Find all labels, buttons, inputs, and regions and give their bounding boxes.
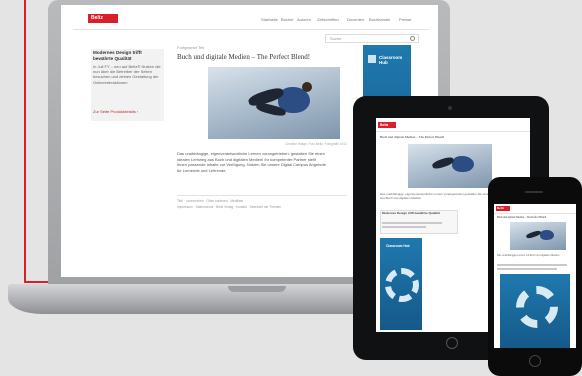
tablet-hero-image: [408, 144, 492, 188]
red-accent-line: [24, 0, 26, 282]
phone-header-divider: [494, 213, 576, 214]
search-placeholder: Suche: [330, 36, 342, 41]
phone-promo-ring-graphic: [516, 286, 558, 328]
phone-person-legs: [525, 229, 542, 240]
tablet-box-line: [382, 226, 426, 228]
phone-logo[interactable]: Beltz: [496, 206, 510, 211]
header-divider: [73, 29, 429, 30]
article-kicker: Fortgesetzt Teil: [177, 45, 205, 50]
laptop-notch: [228, 286, 286, 292]
person-head: [302, 82, 312, 92]
phone-hero-image: [510, 222, 566, 250]
article-divider: [177, 195, 347, 196]
footer-links[interactable]: Impressum · Datenschutz · Beltz Verlag ·…: [177, 204, 347, 210]
nav-link-zeitschriften[interactable]: Zeitschriften: [317, 17, 339, 22]
promo-logo-mark: [368, 55, 376, 63]
sidebar-body: In Juli FY – neu auf Beltz® Nutzen die n…: [93, 64, 161, 85]
phone-person-figure: [540, 230, 554, 240]
phone-home-button[interactable]: [529, 355, 541, 367]
nav-link-buecher[interactable]: Bücher: [281, 17, 294, 22]
tablet-logo[interactable]: Beltz: [378, 122, 396, 128]
tablet-home-button[interactable]: [446, 337, 458, 349]
phone-text-line: [497, 268, 557, 270]
nav-link-startseite[interactable]: Startseite: [261, 17, 278, 22]
image-caption: Creative Image, Foto Beltz, Fotografie 2…: [285, 142, 347, 146]
nav-link-presse[interactable]: Presse: [399, 17, 411, 22]
nav-link-buchhandel[interactable]: Buchhandel: [369, 17, 390, 22]
sidebar-title: Modernes Design trifft bewährte Qualität: [93, 50, 142, 62]
site-logo[interactable]: Beltz: [88, 14, 118, 23]
tablet-box-title: Modernes Design trifft bewährte Qualität: [382, 211, 440, 215]
tablet-promo-banner[interactable]: Classroom Hub: [380, 238, 422, 330]
phone-screen: Beltz Buch und digitale Medien – The Per…: [494, 204, 576, 348]
search-input[interactable]: Suche: [325, 34, 419, 43]
nav-link-dozenten[interactable]: Dozenten: [347, 17, 364, 22]
tablet-box-line: [382, 222, 442, 224]
article-hero-image: [208, 67, 340, 139]
tablet-promo-brand: Classroom Hub: [386, 244, 410, 248]
phone-speaker: [525, 191, 543, 193]
phone-body: Das unabhängige Lernen mit Buch und digi…: [497, 254, 560, 257]
phone-headline: Buch und digitale Medien – The Perfect B…: [497, 216, 547, 219]
tablet-promo-ring-graphic: [385, 268, 419, 302]
sidebar-link[interactable]: Zur Seite Produktdetails ›: [93, 109, 161, 115]
phone-promo-banner[interactable]: [500, 274, 570, 348]
promo-brand: Classroom Hub: [379, 55, 403, 65]
tablet-person-legs: [431, 155, 455, 171]
nav-link-autoren[interactable]: Autoren: [297, 17, 311, 22]
search-icon[interactable]: [410, 36, 415, 41]
tablet-person-figure: [452, 156, 474, 172]
tablet-header-divider: [376, 131, 530, 132]
article-headline: Buch und digitale Medien – The Perfect B…: [177, 53, 311, 61]
tablet-camera: [448, 106, 452, 110]
tablet-headline: Buch und digitale Medien – The Perfect B…: [380, 135, 445, 139]
phone-text-line: [497, 264, 567, 266]
article-body: Das unabhängige, eigenverantwortliche Le…: [177, 151, 326, 173]
